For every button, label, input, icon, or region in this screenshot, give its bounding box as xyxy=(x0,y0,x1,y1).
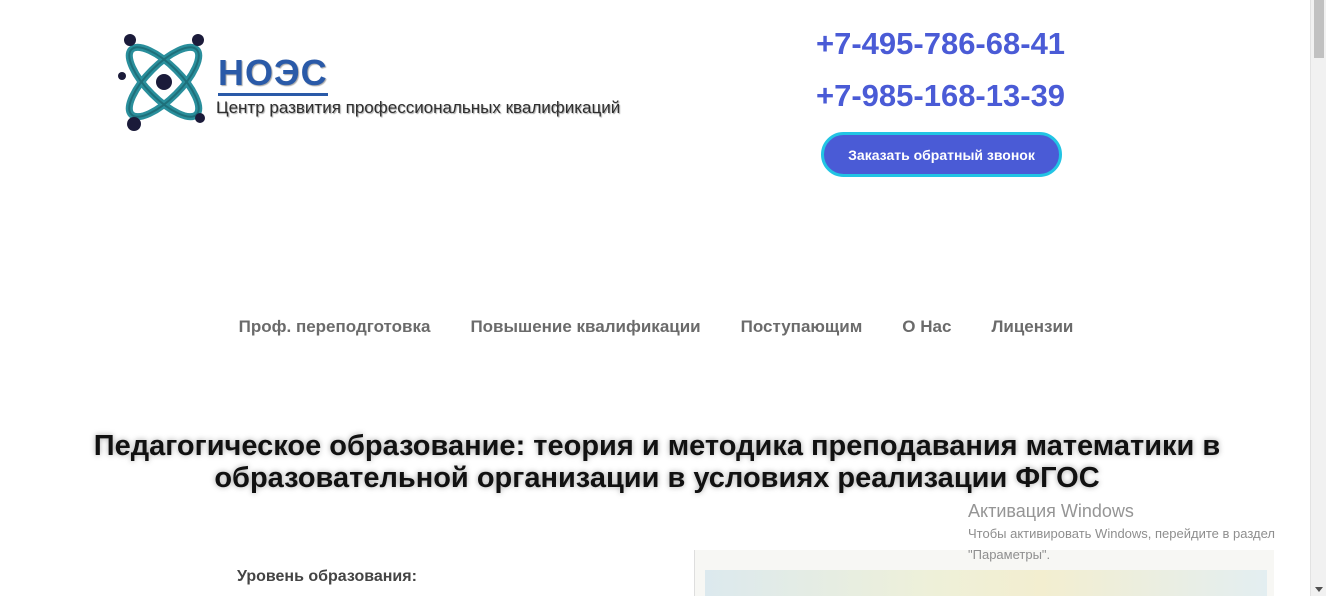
main-nav: Проф. переподготовка Повышение квалифика… xyxy=(0,316,1310,338)
phone-link-2[interactable]: +7-985-168-13-39 xyxy=(816,78,1076,114)
nav-item-about[interactable]: О Нас xyxy=(902,316,951,338)
brand-underline xyxy=(218,93,328,96)
nav-item-licenses[interactable]: Лицензии xyxy=(991,316,1073,338)
vertical-scrollbar[interactable] xyxy=(1310,0,1326,596)
nav-item-advanced-training[interactable]: Повышение квалификации xyxy=(470,316,700,338)
phone-link-1[interactable]: +7-495-786-68-41 xyxy=(816,26,1076,62)
nav-item-applicants[interactable]: Поступающим xyxy=(741,316,863,338)
scrollbar-thumb[interactable] xyxy=(1314,0,1324,58)
education-level-label: Уровень образования: xyxy=(237,568,417,585)
watermark-title: Активация Windows xyxy=(968,501,1134,521)
brand-tagline: Центр развития профессиональных квалифик… xyxy=(216,98,621,117)
site-logo[interactable]: НОЭС Центр развития профессиональных ква… xyxy=(112,26,642,138)
callback-button[interactable]: Заказать обратный звонок xyxy=(821,132,1062,177)
course-image-content xyxy=(705,570,1267,596)
atom-icon xyxy=(118,34,205,131)
scroll-down-arrow-icon[interactable] xyxy=(1315,587,1323,592)
page: НОЭС Центр развития профессиональных ква… xyxy=(0,0,1310,596)
nav-item-prof-retraining[interactable]: Проф. переподготовка xyxy=(239,316,431,338)
course-image xyxy=(694,550,1274,596)
page-title: Педагогическое образование: теория и мет… xyxy=(93,430,1221,494)
brand-name: НОЭС xyxy=(218,52,328,93)
